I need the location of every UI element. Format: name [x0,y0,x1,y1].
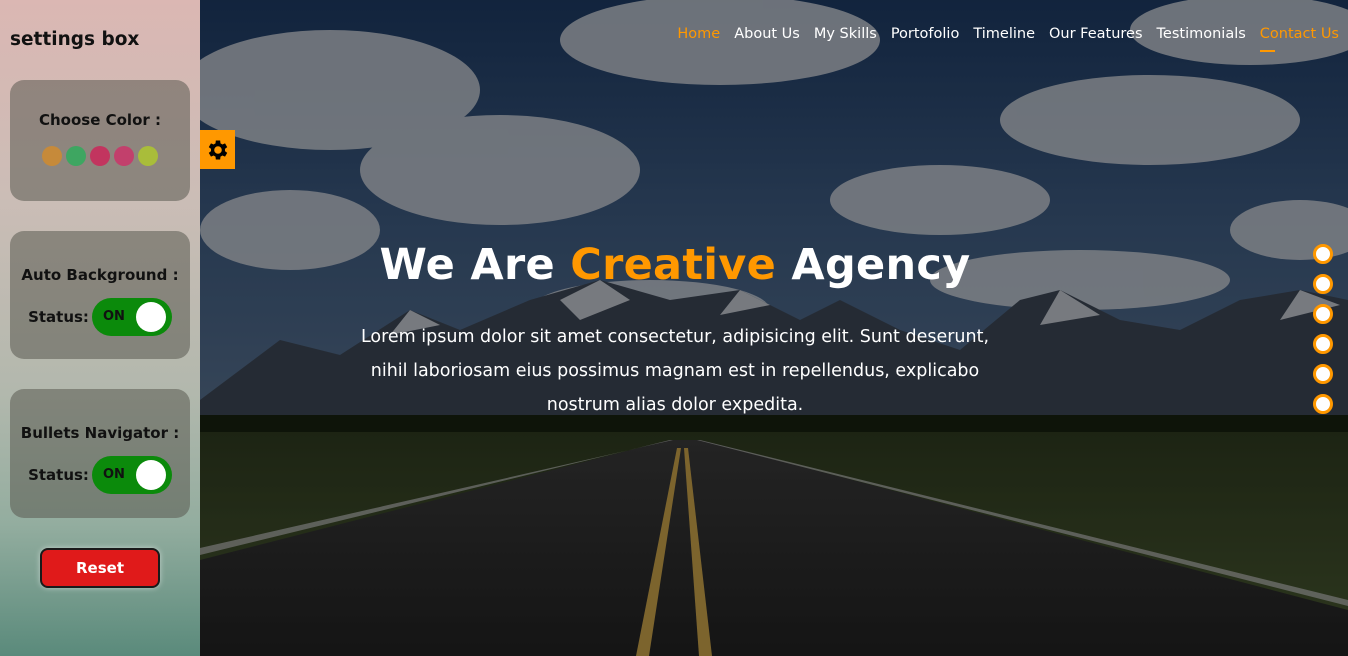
bullets-status-row: Status: ON [10,456,190,494]
color-swatch-list [10,146,190,166]
color-swatch[interactable] [114,146,134,166]
hero-title: We Are Creative Agency [350,240,1000,290]
hero-title-start: We Are [379,240,555,290]
main-nav: Home About Us My Skills Portofolio Timel… [677,26,1339,52]
bullet-nav-dot[interactable] [1313,304,1333,324]
status-label: Status: [28,466,89,484]
color-swatch[interactable] [66,146,86,166]
nav-link-our-features[interactable]: Our Features [1049,26,1143,52]
toggle-on-text: ON [102,467,125,482]
reset-button[interactable]: Reset [40,548,160,588]
color-swatch[interactable] [42,146,62,166]
hero-title-accent: Creative [570,240,777,290]
hero-title-end: Agency [791,240,971,290]
bullet-nav-dot[interactable] [1313,274,1333,294]
auto-background-label: Auto Background : [21,266,179,284]
bullet-nav-dot[interactable] [1313,244,1333,264]
auto-background-toggle[interactable]: ON [91,298,172,336]
bullets-navigator-box: Bullets Navigator : Status: ON [10,389,190,518]
gear-icon [208,139,227,160]
bullets-navigator-toggle[interactable]: ON [91,456,172,494]
hero-paragraph: Lorem ipsum dolor sit amet consectetur, … [360,327,990,415]
settings-box: settings box Choose Color : Auto Backgro… [0,0,200,656]
toggle-on-text: ON [102,309,125,324]
settings-toggle-button[interactable] [200,130,235,169]
nav-link-portofolio[interactable]: Portofolio [891,26,960,52]
nav-link-timeline[interactable]: Timeline [973,26,1035,52]
bullet-nav-dot[interactable] [1313,334,1333,354]
nav-link-contact-us[interactable]: Contact Us [1259,26,1339,52]
nav-link-about-us[interactable]: About Us [734,26,800,52]
settings-title: settings box [10,29,140,50]
nav-link-testimonials[interactable]: Testimonials [1157,26,1246,52]
auto-background-status-row: Status: ON [10,298,190,336]
toggle-knob [135,460,166,490]
bullets-navigator-label: Bullets Navigator : [20,424,180,442]
nav-link-home[interactable]: Home [677,26,720,52]
auto-background-box: Auto Background : Status: ON [10,231,190,359]
status-label: Status: [28,308,89,326]
color-swatch[interactable] [90,146,110,166]
bullet-nav-dot[interactable] [1313,394,1333,414]
bullet-nav-dot[interactable] [1313,364,1333,384]
color-swatch[interactable] [138,146,158,166]
nav-link-my-skills[interactable]: My Skills [814,26,877,52]
choose-color-label: Choose Color : [39,111,161,129]
hero-intro: We Are Creative Agency Lorem ipsum dolor… [350,240,1000,422]
toggle-knob [135,302,166,332]
bullets-navigator [1313,244,1333,424]
color-option-box: Choose Color : [10,80,190,201]
